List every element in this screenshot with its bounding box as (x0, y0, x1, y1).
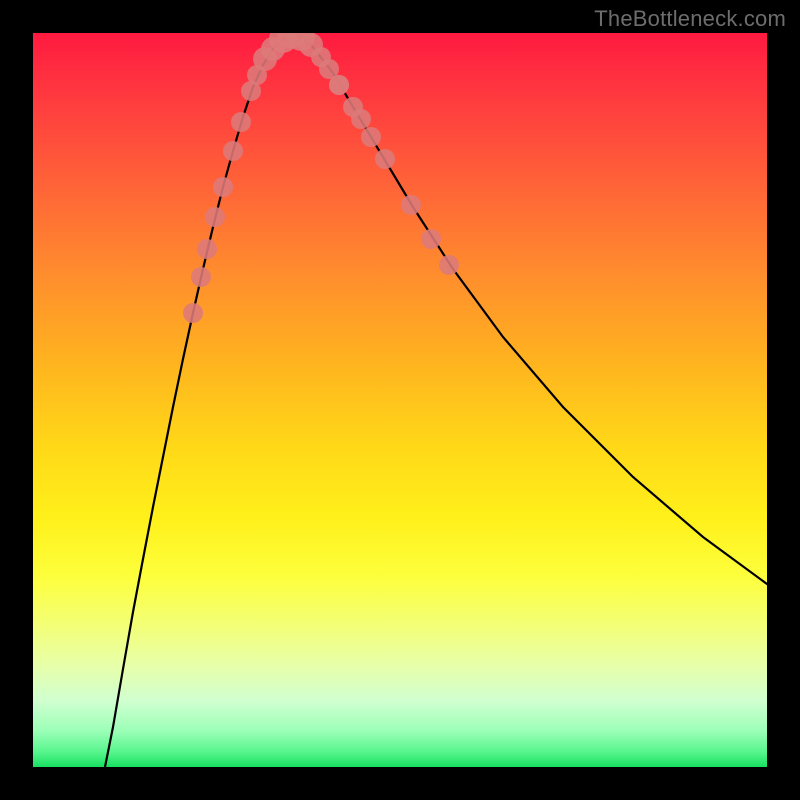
curve-marker (421, 229, 441, 249)
watermark-text: TheBottleneck.com (594, 6, 786, 32)
curve-marker (375, 149, 395, 169)
bottleneck-curve (105, 35, 767, 767)
curve-marker (231, 112, 251, 132)
curve-marker (205, 207, 225, 227)
chart-plot-area (33, 33, 767, 767)
curve-marker (361, 127, 381, 147)
curve-marker (329, 75, 349, 95)
curve-markers (183, 33, 459, 323)
curve-marker (223, 141, 243, 161)
curve-marker (439, 255, 459, 275)
curve-marker (351, 109, 371, 129)
curve-marker (197, 239, 217, 259)
chart-frame: TheBottleneck.com (0, 0, 800, 800)
chart-svg (33, 33, 767, 767)
curve-marker (401, 195, 421, 215)
curve-marker (191, 267, 211, 287)
curve-marker (213, 177, 233, 197)
curve-marker (183, 303, 203, 323)
